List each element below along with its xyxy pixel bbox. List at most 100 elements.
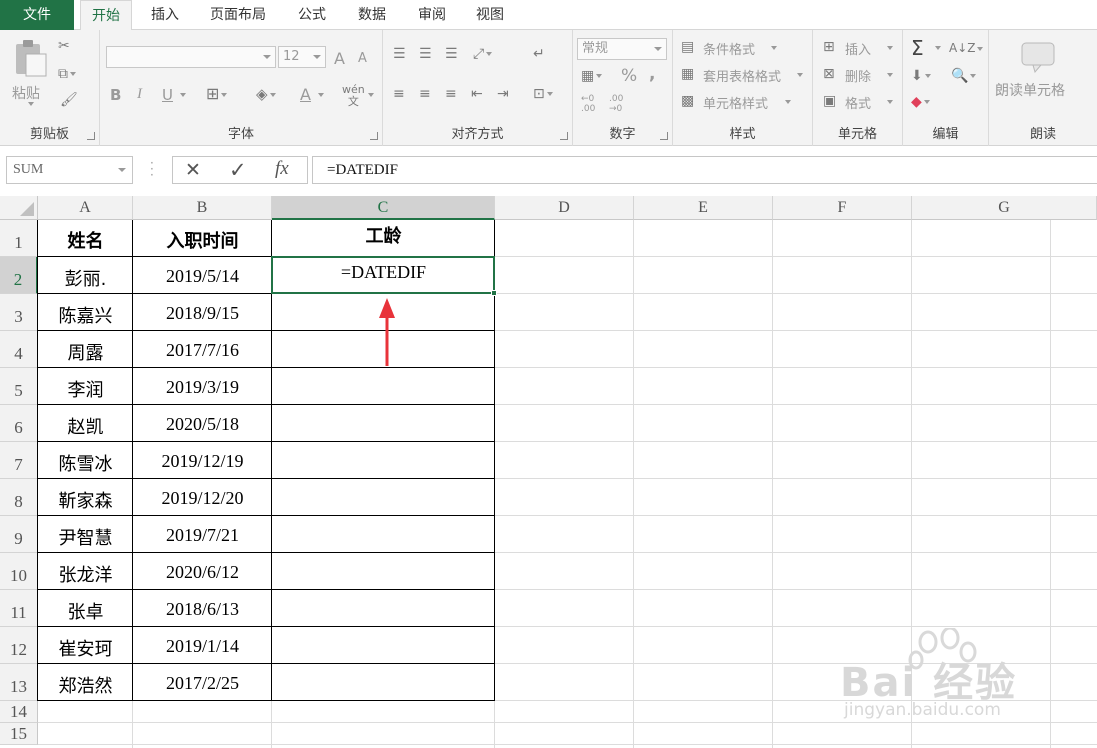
cancel-icon[interactable]: ✕	[185, 159, 201, 181]
date-cell[interactable]: 2019/7/21	[133, 516, 272, 553]
tenure-cell[interactable]	[272, 553, 495, 590]
increase-decimal-button[interactable]: ←0 .00	[581, 94, 603, 114]
column-header-c[interactable]: C	[272, 196, 495, 220]
bold-button[interactable]: B	[110, 86, 121, 104]
header-cell-date[interactable]: 入职时间	[133, 220, 272, 257]
date-cell[interactable]: 2020/6/12	[133, 553, 272, 590]
grow-font-icon[interactable]: A	[334, 49, 345, 68]
row-header-14[interactable]: 14	[0, 701, 38, 723]
find-select-icon[interactable]: 🔍	[951, 68, 977, 84]
decrease-decimal-button[interactable]: .00 →0	[609, 94, 631, 114]
align-middle-icon[interactable]: ☰	[419, 46, 432, 62]
date-cell[interactable]: 2020/5/18	[133, 405, 272, 442]
column-header-e[interactable]: E	[634, 196, 773, 220]
tab-page-layout[interactable]: 页面布局	[198, 0, 278, 30]
date-cell[interactable]: 2017/2/25	[133, 664, 272, 701]
fill-handle[interactable]	[491, 290, 497, 296]
number-format-combo[interactable]: 常规	[577, 38, 667, 60]
row-header-4[interactable]: 4	[0, 331, 38, 368]
column-header-a[interactable]: A	[38, 196, 133, 220]
tenure-cell[interactable]	[272, 664, 495, 701]
row-header-5[interactable]: 5	[0, 368, 38, 405]
header-cell-tenure[interactable]: 工龄	[272, 220, 495, 257]
comma-button[interactable]: ,	[649, 64, 655, 84]
row-header-8[interactable]: 8	[0, 479, 38, 516]
row-header-7[interactable]: 7	[0, 442, 38, 479]
name-cell[interactable]: 陈雪冰	[38, 442, 133, 479]
insert-cells-button[interactable]: 插入	[845, 39, 871, 58]
decrease-indent-icon[interactable]: ⇤	[471, 86, 483, 102]
name-cell[interactable]: 靳家森	[38, 479, 133, 516]
name-cell[interactable]: 张卓	[38, 590, 133, 627]
select-all-button[interactable]	[0, 196, 38, 220]
name-cell[interactable]: 周露	[38, 331, 133, 368]
enter-icon[interactable]: ✓	[229, 158, 247, 182]
name-cell[interactable]: 崔安珂	[38, 627, 133, 664]
font-color-dropdown-icon[interactable]	[318, 93, 324, 97]
merge-center-icon[interactable]: ⊡	[533, 86, 553, 102]
name-cell[interactable]: 陈嘉兴	[38, 294, 133, 331]
tenure-cell[interactable]	[272, 405, 495, 442]
border-icon[interactable]: ⊞	[206, 86, 228, 102]
format-cells-button[interactable]: 格式	[845, 93, 871, 112]
fill-color-icon[interactable]: ◈	[256, 86, 276, 102]
underline-button[interactable]: U	[162, 86, 173, 104]
paste-dropdown-icon[interactable]	[28, 102, 34, 106]
tenure-cell[interactable]	[272, 516, 495, 553]
font-color-button[interactable]: A	[300, 85, 311, 104]
copy-icon[interactable]: ⧉	[58, 66, 76, 82]
tab-insert[interactable]: 插入	[140, 0, 190, 30]
phonetic-dropdown-icon[interactable]	[368, 93, 374, 97]
date-cell[interactable]: 2019/12/20	[133, 479, 272, 516]
sort-filter-icon[interactable]: A↓Z	[949, 40, 984, 56]
tenure-cell[interactable]	[272, 479, 495, 516]
name-cell[interactable]: 尹智慧	[38, 516, 133, 553]
row-header-11[interactable]: 11	[0, 590, 38, 627]
row-header-12[interactable]: 12	[0, 627, 38, 664]
header-cell-name[interactable]: 姓名	[38, 220, 133, 257]
paste-button[interactable]: 粘贴	[8, 36, 52, 106]
tab-review[interactable]: 审阅	[406, 0, 458, 30]
row-header-9[interactable]: 9	[0, 516, 38, 553]
fill-icon[interactable]: ⬇	[911, 68, 931, 84]
shrink-font-icon[interactable]: A	[358, 51, 367, 66]
formula-input[interactable]: =DATEDIF	[312, 156, 1097, 184]
row-header-13[interactable]: 13	[0, 664, 38, 701]
column-header-g[interactable]: G	[912, 196, 1097, 220]
alignment-launcher-icon[interactable]	[560, 132, 568, 140]
active-cell-indicator[interactable]	[271, 256, 495, 294]
date-cell[interactable]: 2019/3/19	[133, 368, 272, 405]
tab-file[interactable]: 文件	[0, 0, 74, 30]
name-box[interactable]: SUM	[6, 156, 133, 184]
tab-view[interactable]: 视图	[464, 0, 516, 30]
tenure-cell[interactable]	[272, 442, 495, 479]
underline-dropdown-icon[interactable]	[180, 93, 186, 97]
align-bottom-icon[interactable]: ☰	[445, 46, 458, 62]
phonetic-icon[interactable]: wén 文	[342, 84, 365, 108]
italic-button[interactable]: I	[137, 86, 142, 103]
align-center-icon[interactable]: ≡	[419, 86, 431, 102]
name-cell[interactable]: 李润	[38, 368, 133, 405]
format-as-table-button[interactable]: 套用表格格式	[703, 66, 781, 85]
autosum-icon[interactable]: Σ	[911, 36, 924, 60]
accounting-format-icon[interactable]: ▦	[581, 68, 603, 84]
date-cell[interactable]: 2018/9/15	[133, 294, 272, 331]
read-cell-button[interactable]: 朗读单元格	[993, 38, 1093, 99]
name-box-dropdown-icon[interactable]	[118, 168, 126, 172]
name-cell[interactable]: 张龙洋	[38, 553, 133, 590]
tab-data[interactable]: 数据	[346, 0, 398, 30]
wrap-text-icon[interactable]: ↵	[533, 46, 545, 62]
date-cell[interactable]: 2018/6/13	[133, 590, 272, 627]
date-cell[interactable]: 2019/12/19	[133, 442, 272, 479]
tab-home[interactable]: 开始	[80, 0, 132, 31]
delete-cells-button[interactable]: 删除	[845, 66, 871, 85]
row-header-3[interactable]: 3	[0, 294, 38, 331]
tenure-cell[interactable]	[272, 590, 495, 627]
name-cell[interactable]: 赵凯	[38, 405, 133, 442]
tenure-cell[interactable]	[272, 627, 495, 664]
tenure-cell[interactable]	[272, 368, 495, 405]
font-size-combo[interactable]: 12	[278, 46, 326, 68]
row-header-15[interactable]: 15	[0, 723, 38, 745]
date-cell[interactable]: 2017/7/16	[133, 331, 272, 368]
tab-formulas[interactable]: 公式	[286, 0, 338, 30]
